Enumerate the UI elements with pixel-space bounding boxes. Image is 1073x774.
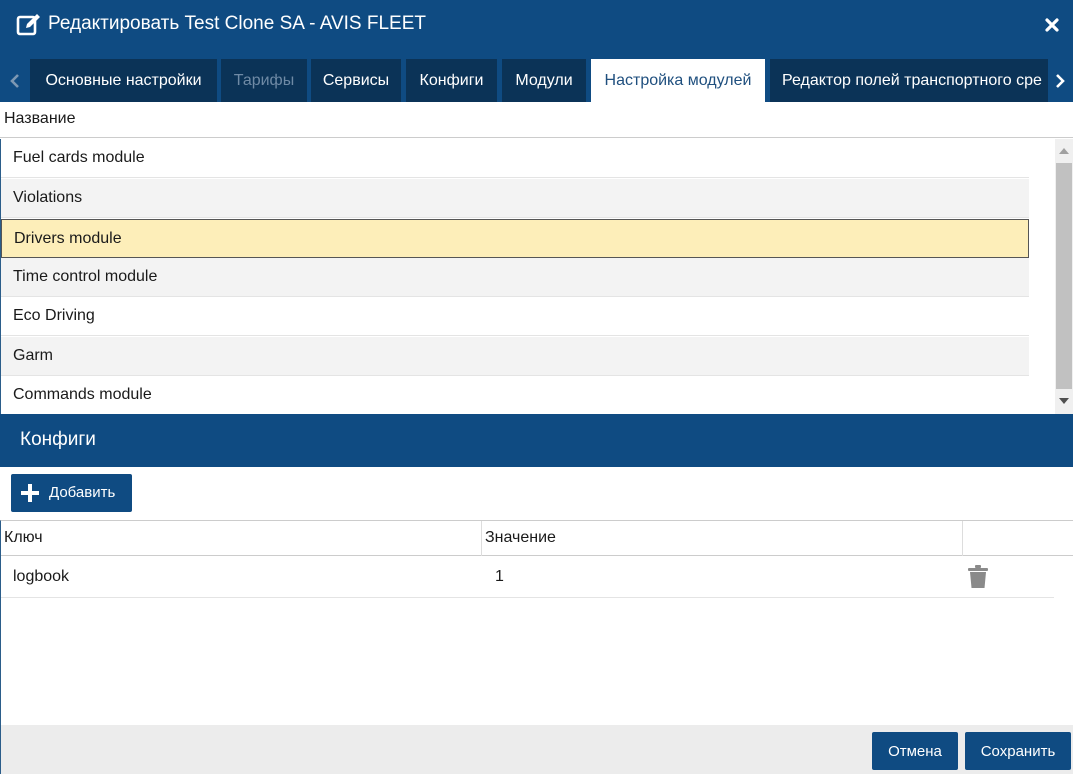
module-row[interactable]: Fuel cards module [1, 139, 1029, 178]
module-row-selected[interactable]: Drivers module [1, 219, 1029, 258]
configs-section-title: Конфиги [20, 429, 96, 450]
configs-grid: Ключ Значение logbook 1 [0, 520, 1073, 725]
close-icon [1045, 18, 1059, 32]
tab-module-settings[interactable]: Настройка модулей [591, 59, 765, 102]
config-key: logbook [13, 568, 70, 585]
column-header-key[interactable]: Ключ [4, 529, 43, 547]
trash-icon[interactable] [967, 565, 989, 589]
triangle-down-icon [1059, 398, 1069, 404]
module-row[interactable]: Violations [1, 179, 1029, 218]
module-name: Commands module [13, 386, 152, 403]
tab-vehicle-field-editor[interactable]: Редактор полей транспортного сре [770, 59, 1048, 102]
chevron-left-icon [10, 73, 19, 88]
module-row[interactable]: Time control module [1, 258, 1029, 297]
column-divider [481, 521, 482, 556]
scroll-up-button[interactable] [1058, 145, 1070, 157]
edit-icon [16, 14, 40, 36]
module-name: Violations [13, 189, 83, 206]
dialog-titlebar: Редактировать Test Clone SA - AVIS FLEET [0, 0, 1073, 51]
tab-configs[interactable]: Конфиги [406, 59, 497, 102]
tab-modules[interactable]: Модули [502, 59, 586, 102]
close-button[interactable] [1041, 13, 1063, 37]
column-header-value[interactable]: Значение [485, 529, 556, 547]
triangle-up-icon [1059, 148, 1069, 154]
configs-grid-header: Ключ Значение [1, 521, 1073, 556]
scroll-down-button[interactable] [1058, 395, 1070, 407]
cancel-button[interactable]: Отмена [872, 732, 958, 770]
tab-services[interactable]: Сервисы [311, 59, 401, 102]
dialog-title: Редактировать Test Clone SA - AVIS FLEET [48, 13, 426, 34]
chevron-right-icon [1056, 73, 1065, 88]
module-name: Eco Driving [13, 307, 95, 324]
module-row[interactable]: Garm [1, 337, 1029, 376]
module-name: Garm [13, 347, 53, 364]
module-row[interactable]: Commands module [1, 376, 1029, 415]
configs-section-header: Конфиги [0, 414, 1073, 467]
modules-scrollbar[interactable] [1055, 139, 1073, 414]
tab-scroll-right-button[interactable] [1047, 59, 1073, 102]
scrollbar-thumb[interactable] [1056, 163, 1072, 389]
column-header-name[interactable]: Название [4, 110, 76, 128]
add-button-label: Добавить [49, 484, 116, 501]
tab-bar: Основные настройки Тарифы Сервисы Конфиг… [0, 51, 1073, 102]
save-button[interactable]: Сохранить [965, 732, 1071, 770]
config-row[interactable]: logbook 1 [1, 557, 1054, 598]
tab-tariffs: Тарифы [221, 59, 307, 102]
module-name: Fuel cards module [13, 149, 145, 166]
module-name: Drivers module [14, 230, 122, 247]
config-value: 1 [495, 568, 504, 585]
modules-grid-header: Название [0, 102, 1073, 138]
tab-scroll-left-button[interactable] [2, 59, 28, 102]
dialog-footer: Отмена Сохранить [0, 725, 1073, 774]
modules-grid-body: Fuel cards module Violations Drivers mod… [0, 139, 1073, 414]
tab-basic-settings[interactable]: Основные настройки [30, 59, 217, 102]
module-row[interactable]: Eco Driving [1, 297, 1029, 336]
column-divider [962, 521, 963, 556]
plus-icon [21, 484, 39, 502]
module-name: Time control module [13, 268, 158, 285]
add-config-button[interactable]: Добавить [11, 474, 132, 512]
